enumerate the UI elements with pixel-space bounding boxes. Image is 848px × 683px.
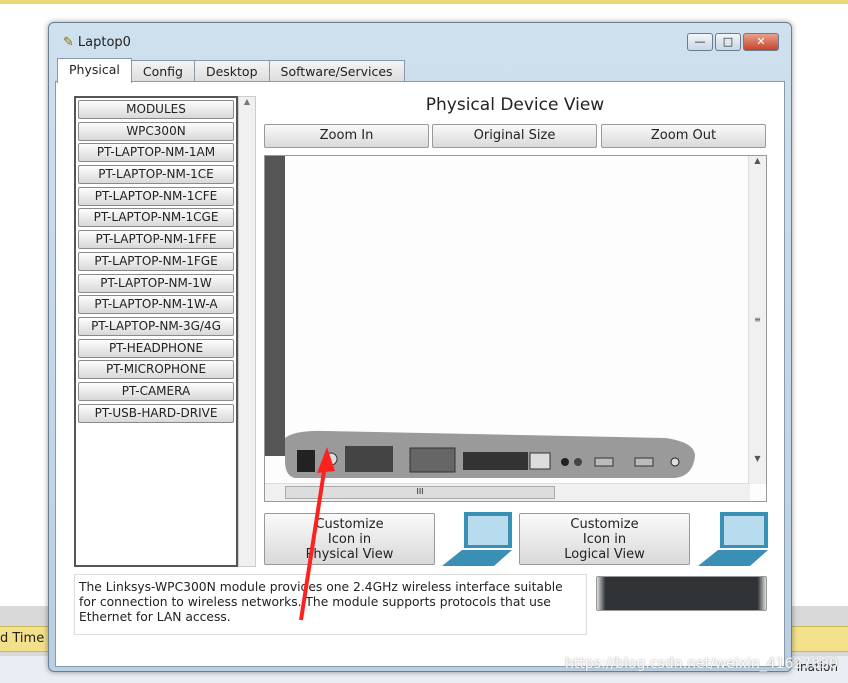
physical-panel: MODULES WPC300N PT-LAPTOP-NM-1AM PT-LAPTOP-… bbox=[55, 81, 785, 667]
module-item[interactable]: PT-LAPTOP-NM-1W bbox=[78, 273, 234, 293]
watermark: https://blog.csdn.net/weixin_41627830 bbox=[565, 656, 839, 672]
module-item[interactable]: PT-LAPTOP-NM-1W-A bbox=[78, 295, 234, 315]
expansion-slot bbox=[463, 452, 528, 470]
annotation-arrow bbox=[299, 447, 335, 621]
module-item[interactable]: PT-LAPTOP-NM-1AM bbox=[78, 143, 234, 163]
customize-logical-icon-button[interactable]: Customize Icon in Logical View bbox=[519, 513, 690, 565]
window-title: Laptop0 bbox=[77, 35, 131, 50]
button-line: Logical View bbox=[564, 547, 645, 562]
customize-physical-icon-button[interactable]: Customize Icon in Physical View bbox=[264, 513, 435, 565]
module-item[interactable]: PT-MICROPHONE bbox=[78, 360, 234, 380]
laptop-icon bbox=[698, 512, 768, 566]
module-item[interactable]: PT-HEADPHONE bbox=[78, 338, 234, 358]
module-item[interactable]: PT-USB-HARD-DRIVE bbox=[78, 403, 234, 423]
zoom-out-button[interactable]: Zoom Out bbox=[601, 124, 766, 148]
module-item[interactable]: PT-LAPTOP-NM-1CFE bbox=[78, 186, 234, 206]
button-line: Customize bbox=[570, 517, 639, 532]
scroll-grip: ≡ bbox=[754, 315, 761, 324]
maximize-button[interactable]: □ bbox=[715, 33, 741, 51]
module-item[interactable]: MODULES bbox=[78, 100, 234, 119]
tab-desktop[interactable]: Desktop bbox=[193, 60, 270, 82]
usb-port bbox=[594, 457, 614, 467]
headphone-port bbox=[574, 458, 582, 466]
tab-software-services[interactable]: Software/Services bbox=[268, 60, 405, 82]
laptop-app-icon: ✎ bbox=[63, 35, 74, 50]
module-image bbox=[596, 576, 767, 611]
button-line: Customize bbox=[315, 517, 384, 532]
zoom-in-button[interactable]: Zoom In bbox=[264, 124, 429, 148]
title-bar: ✎ Laptop0 bbox=[63, 35, 131, 50]
network-module-slot bbox=[409, 447, 456, 473]
button-line: Physical View bbox=[305, 547, 394, 562]
module-item[interactable]: PT-LAPTOP-NM-1FFE bbox=[78, 230, 234, 250]
original-size-button[interactable]: Original Size bbox=[432, 124, 597, 148]
button-line: Icon in bbox=[582, 532, 627, 547]
laptop-icon bbox=[442, 512, 512, 566]
background-realtime-label: d Time bbox=[0, 631, 45, 646]
ethernet-port bbox=[529, 452, 551, 470]
module-item[interactable]: PT-LAPTOP-NM-1CE bbox=[78, 165, 234, 185]
background-app-bar bbox=[0, 0, 848, 4]
vent-grille bbox=[345, 446, 393, 472]
module-item[interactable]: WPC300N bbox=[78, 121, 234, 141]
tab-bar: Physical Config Desktop Software/Service… bbox=[57, 58, 405, 83]
tab-config[interactable]: Config bbox=[130, 60, 195, 82]
module-item[interactable]: PT-LAPTOP-NM-1FGE bbox=[78, 251, 234, 271]
button-line: Icon in bbox=[327, 532, 372, 547]
close-button[interactable]: ✕ bbox=[743, 33, 779, 51]
minimize-button[interactable]: — bbox=[687, 33, 713, 51]
module-list: MODULES WPC300N PT-LAPTOP-NM-1AM PT-LAPTOP-… bbox=[74, 96, 238, 567]
module-item[interactable]: PT-CAMERA bbox=[78, 381, 234, 401]
audio-port bbox=[561, 458, 569, 466]
view-title: Physical Device View bbox=[425, 95, 605, 115]
laptop-side-image bbox=[265, 156, 695, 478]
usb-port-2 bbox=[634, 457, 654, 467]
device-window: ✎ Laptop0 — □ ✕ Physical Config Desktop … bbox=[48, 22, 792, 672]
module-list-scrollbar[interactable]: ▲ bbox=[238, 96, 256, 567]
tab-physical[interactable]: Physical bbox=[57, 58, 132, 83]
view-vertical-scrollbar[interactable]: ▲ ≡ ▼ bbox=[748, 156, 766, 484]
module-item[interactable]: PT-LAPTOP-NM-3G/4G bbox=[78, 316, 234, 336]
laptop-lid bbox=[265, 156, 285, 456]
mic-port bbox=[670, 457, 680, 467]
module-item[interactable]: PT-LAPTOP-NM-1CGE bbox=[78, 208, 234, 228]
